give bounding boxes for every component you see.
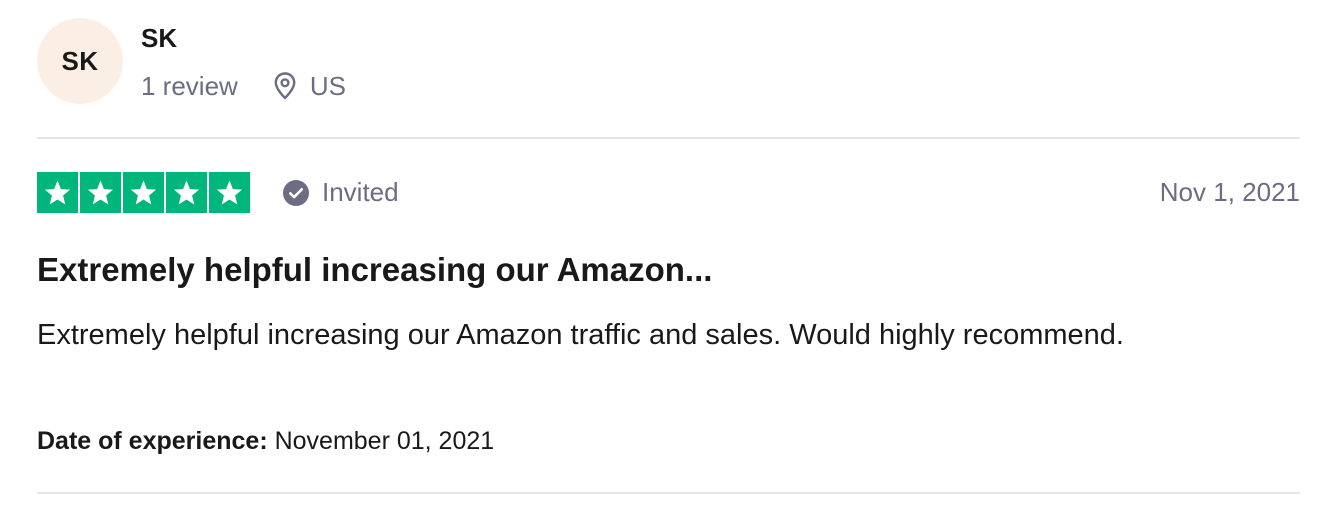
review-body: Extremely helpful increasing our Amazon …: [37, 319, 1124, 351]
verification-badge[interactable]: Invited: [282, 177, 399, 208]
consumer-info: SK SK 1 review US: [37, 18, 346, 108]
review-card: SK SK 1 review US Invited Nov 1, 2021 Ex…: [37, 0, 1300, 515]
verification-label: Invited: [322, 177, 399, 207]
star-icon: [209, 172, 250, 213]
date-of-experience: Date of experience: November 01, 2021: [37, 424, 494, 458]
star-icon: [37, 172, 78, 213]
divider: [37, 492, 1300, 494]
star-icon: [123, 172, 164, 213]
experience-date: November 01, 2021: [274, 427, 495, 455]
avatar[interactable]: SK: [37, 18, 123, 104]
star-icon: [80, 172, 121, 213]
consumer-location: US: [272, 70, 346, 102]
country-label: US: [309, 71, 346, 101]
consumer-meta: 1 review US: [141, 70, 346, 102]
review-title[interactable]: Extremely helpful increasing our Amazon.…: [37, 250, 712, 290]
check-circle-icon: [282, 179, 310, 207]
experience-label: Date of experience:: [37, 427, 268, 455]
star-icon: [166, 172, 207, 213]
review-count: 1 review: [141, 71, 238, 101]
review-date: Nov 1, 2021: [1159, 177, 1300, 207]
consumer-details: SK 1 review US: [141, 18, 346, 102]
rating-row: Invited Nov 1, 2021: [37, 172, 1300, 213]
divider: [37, 137, 1300, 139]
consumer-name[interactable]: SK: [141, 22, 346, 54]
star-rating: [37, 172, 250, 213]
location-pin-icon: [272, 71, 298, 101]
